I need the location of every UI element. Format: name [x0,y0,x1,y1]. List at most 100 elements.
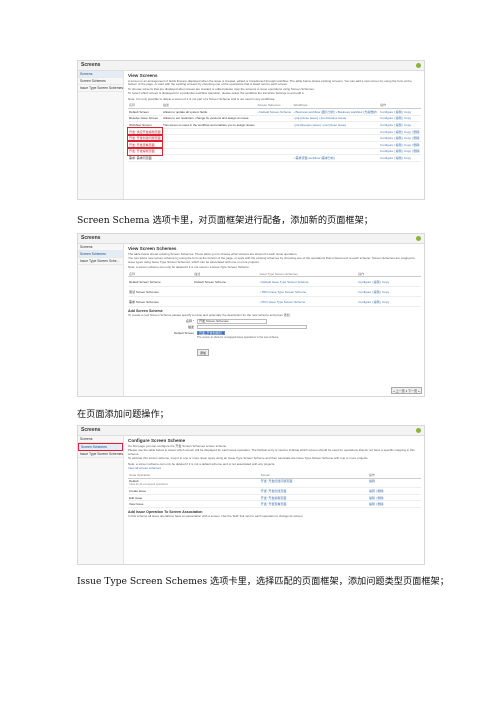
scheme-desc [193,296,259,308]
view-screens-main: View Screens A screen is an arrangement … [126,73,421,197]
help-icon[interactable] [416,236,421,241]
row-operations[interactable]: 编辑 | 删除 [368,500,421,508]
sidebar-item-screens[interactable]: Screens [78,71,123,78]
empty-cell [256,154,293,162]
table-row: 需求: 需求同页面 • 需求流程 workflow (需求分析) Configu… [128,154,421,162]
screen-desc: Allows to set resolution, change fix ver… [162,115,257,123]
empty-cell [162,141,257,149]
row-operations[interactable]: Configure | 编辑 | Copy | 删除 [379,141,421,149]
screens-sidebar: Screens Screen Schemes Issue Type Screen… [78,436,124,564]
row-operations[interactable]: Configure | 编辑 | Copy [357,276,421,288]
screen-scheme-link [256,121,293,129]
screens-sidebar: Screens Screen Schemes Issue Type Screen… [78,71,124,199]
scheme-name: Default Screen Scheme [128,276,194,288]
screenshot-view-screens: Screens Screens Screen Schemes Issue Typ… [77,60,425,200]
scheme-name: 测试 Screen Schemes [128,286,194,298]
row-operations[interactable]: Configure | 编辑 | Copy | 删除 [379,148,421,156]
desc-label: 描述 [187,325,194,330]
screens-sidebar: Screens Screen Schemes Issue Type Screen… [78,244,124,396]
sidebar-item-issue-type-screen-schemes[interactable]: Issue Type Screen Schemes [78,451,123,458]
table-row: 开发: 供应开发编辑页面 Configure | 编辑 | Copy | 删除 [126,127,421,136]
page-title: Configure Screen Scheme [128,438,186,443]
screens-header-title: Screens [81,427,101,433]
sidebar-item-issue-type-screen-schemes[interactable]: Issue Type Screen Schemes [78,85,123,92]
screen-link[interactable]: 开发: 开发创建问题页面 [259,478,369,489]
delete-note: Note: a screen scheme can only be delete… [128,265,250,270]
caption-add-issue-operation: 在页面添加问题操作； [77,409,169,420]
add-button[interactable]: 添加 [197,349,210,357]
issue-operations-table: Issue Operation Screen 操作 Default Used f… [128,471,421,508]
issue-type-screen-scheme-link[interactable]: • TRIO Issue Type Screen Scheme [258,286,358,298]
page-description: A screen is an arrangement of fields tha… [128,78,412,87]
screen-schemes-table: 名称 描述 Issue Type Screen Schemes 操作 Defau… [128,270,421,308]
empty-cell [162,134,257,142]
table-row: 开发: 开发查看页面 Configure | 编辑 | Copy | 删除 [126,140,421,149]
help-icon[interactable] [416,428,421,433]
caption-screen-schema: Screen Schema 选项卡里，对页面框架进行配备，添加新的页面框架； [77,215,373,226]
pager[interactable]: « 上一页 1 下一页 » [390,387,422,394]
default-screen-select[interactable]: 开发: 开发创建问题页面 [197,330,225,337]
row-operations[interactable]: Configure | 编辑 | Copy [379,121,421,129]
screens-header-title: Screens [81,62,101,68]
desc-row: 描述 [168,324,421,330]
new-screen-name: 开发: 开发创建问题页面 [126,133,164,143]
screen-name: Default Screen [128,108,163,116]
default-screen-label: Default Screen [174,330,194,335]
row-operations[interactable]: Configure | 编辑 | Copy | 删除 [379,128,421,136]
new-screen-name: 开发: 供应开发编辑页面 [126,127,164,136]
screenshot-view-screen-schemes: Screens Screens Screen Schemes Issue Typ… [77,233,425,397]
row-operations[interactable]: Configure | 编辑 | Copy | 删除 [379,134,421,142]
row-operations[interactable]: 编辑 | 删除 [368,487,421,495]
sidebar-item-screen-schemes[interactable]: Screen Schemes [78,251,123,258]
table-row: Create Issue 开发: 开发创建页面 编辑 | 删除 [128,487,421,495]
screen-scheme-link [256,115,293,123]
row-operations[interactable]: Configure | 编辑 | Copy [357,286,421,298]
screen-link[interactable]: 开发: 开发创建页面 [259,487,369,495]
caption-issue-type-screen-schemes: Issue Type Screen Schemes 选项卡里，选择匹配的页面框架… [77,576,449,587]
name-input[interactable]: 开发 Screen Schemes [197,319,267,324]
screen-desc: This screen is used in the workflow and … [162,121,257,129]
row-operations[interactable]: 编辑 [368,478,421,489]
desc-input[interactable] [197,324,307,330]
help-icon[interactable] [416,63,421,68]
page-title: View Screen Schemes [128,246,177,251]
screen-scheme-link[interactable]: • Default Screen Scheme [256,108,293,116]
sidebar-item-screen-schemes[interactable]: Screen Schemes [78,78,123,85]
screen-name: 需求: 需求同页面 [128,154,163,162]
screen-name: Workflow Screen [128,121,163,129]
workflow-link[interactable]: • jira (Reopen Issue) • jira (Close Issu… [292,121,380,129]
issue-type-screen-scheme-link[interactable]: • PKO Issue Type Screen Scheme [258,296,358,308]
scheme-name: 需求 Screen Schemes [128,296,194,308]
sidebar-item-screens[interactable]: Screens [78,436,123,443]
add-association-desc: In this scheme all issue operations have… [128,513,304,518]
row-operations[interactable]: Configure | 编辑 | Copy [357,296,421,308]
issue-operation-sub: Used for all unmapped operations [129,483,168,487]
view-all-screen-schemes-link[interactable]: View all screen schemes [128,467,421,471]
scheme-desc [193,286,259,298]
delete-note: Note: It is only possible to delete a sc… [128,96,276,101]
page-description: Please use the table below to select whi… [128,448,415,456]
screen-link[interactable]: 开发: 开发查看页面 [259,500,369,508]
screen-link[interactable]: 开发: 开发编辑页面 [259,494,369,502]
table-row: 需求 Screen Schemes • PKO Issue Type Scree… [128,296,421,308]
sidebar-item-screens[interactable]: Screens [78,244,123,251]
empty-cell [292,141,380,149]
workflow-link[interactable]: • 需求流程 workflow (需求分析) [292,154,380,162]
empty-cell [256,148,293,156]
issue-type-screen-scheme-link[interactable]: • Default Issue Type Screen Scheme [258,276,358,288]
empty-cell [162,154,257,162]
row-operations[interactable]: Configure | 编辑 | Copy [379,108,421,116]
table-row: Workflow Screen This screen is used in t… [128,121,421,129]
row-operations[interactable]: Configure | 编辑 | Copy [379,154,421,162]
empty-cell [256,141,293,149]
sidebar-item-screen-schemes[interactable]: Screen Schemes [78,443,123,451]
workflow-link[interactable]: • Business workflow (图片分析) • Business wo… [292,108,380,116]
issue-operation: Default Used for all unmapped operations [128,478,260,489]
row-operations[interactable]: Configure | 编辑 | Copy [379,115,421,123]
issue-operation-name: Create Issue [128,487,260,495]
row-operations[interactable]: 编辑 | 删除 [368,494,421,502]
workflow-link[interactable]: • jira (Close Issue) • jira (Resolve Iss… [292,115,380,123]
sidebar-item-issue-type-screen-schemes[interactable]: Issue Type Screen Sche... [78,258,123,265]
page-title: View Screens [128,73,158,78]
screens-table: 名称 描述 Screen Schemes Workflows 操作 Defaul… [126,102,421,162]
